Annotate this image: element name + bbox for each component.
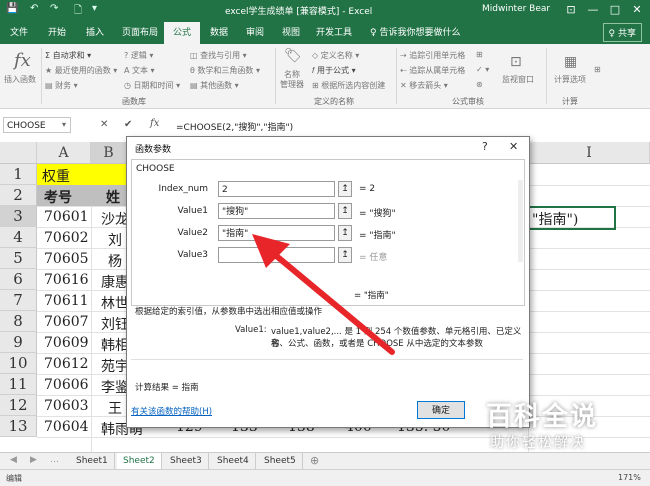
watermark: 百科全说 助你轻松解决	[478, 396, 608, 456]
watermark-subtitle: 助你轻松解决	[490, 435, 586, 451]
watermark-title: 百科全说	[486, 402, 599, 432]
arrow-shaft	[259, 241, 395, 355]
